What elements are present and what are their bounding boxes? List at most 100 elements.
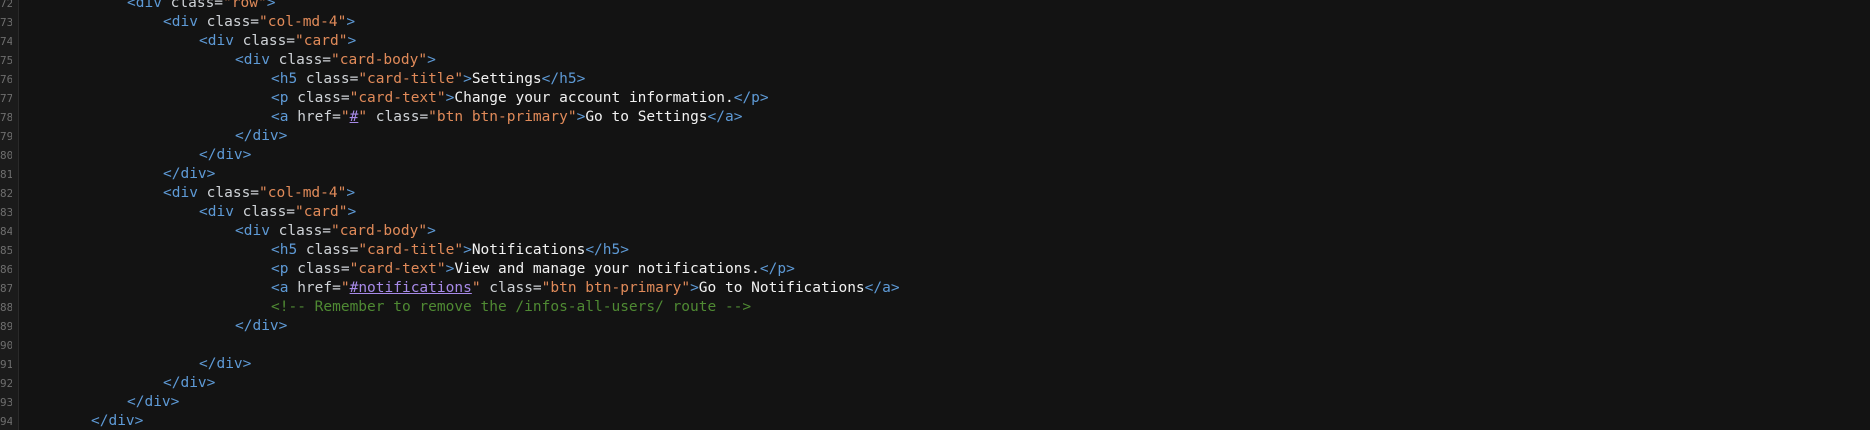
token-tag: <div xyxy=(127,0,171,11)
token-attr: class= xyxy=(170,0,224,11)
token-tag: <div xyxy=(199,204,243,220)
token-tag: <h5 xyxy=(271,242,306,258)
line-number: 74 xyxy=(0,35,12,48)
token-txt: View and manage your notifications. xyxy=(454,261,760,277)
code-line[interactable]: 78 <a href="#" class="btn btn-primary">Go… xyxy=(0,108,1870,127)
code-line[interactable]: 79 </div> xyxy=(0,127,1870,146)
token-txt: Notifications xyxy=(471,242,586,258)
token-cmt: <!-- Remember to remove the /infos-all-u… xyxy=(271,299,752,315)
token-str: "col-md-4" xyxy=(259,185,347,201)
code-line[interactable]: 75 <div class="card-body"> xyxy=(0,51,1870,70)
code-line[interactable]: 86 <p class="card-text">View and manage y… xyxy=(0,260,1870,279)
code-line[interactable]: 87 <a href="#notifications" class="btn bt… xyxy=(0,279,1870,298)
code-line[interactable]: 72 <div class="row"> xyxy=(0,0,1870,13)
line-number: 93 xyxy=(0,396,12,409)
code-text: <div class="card-body"> xyxy=(235,51,436,70)
code-text: </div> xyxy=(127,393,179,412)
code-line[interactable]: 76 <h5 class="card-title">Settings</h5> xyxy=(0,70,1870,89)
code-text: </div> xyxy=(91,412,143,430)
code-line[interactable]: 93 </div> xyxy=(0,393,1870,412)
code-line[interactable]: 90 xyxy=(0,336,1870,355)
code-line[interactable]: 83 <div class="card"> xyxy=(0,203,1870,222)
code-text: <!-- Remember to remove the /infos-all-u… xyxy=(271,298,751,317)
code-text: <a href="#" class="btn btn-primary">Go t… xyxy=(271,108,742,127)
code-editor[interactable]: 72 <div class="row"> 73 <div class="col-md-… xyxy=(0,0,1870,430)
line-number: 92 xyxy=(0,377,12,390)
code-line[interactable]: 81 </div> xyxy=(0,165,1870,184)
code-line[interactable]: 77 <p class="card-text">Change your accou… xyxy=(0,89,1870,108)
token-attr: class= xyxy=(305,242,359,258)
token-attr: class= xyxy=(278,223,332,239)
code-line[interactable]: 74 <div class="card"> xyxy=(0,32,1870,51)
line-number: 89 xyxy=(0,320,12,333)
token-tag: > xyxy=(427,223,436,239)
token-attr: href= xyxy=(297,109,341,125)
token-txt: Settings xyxy=(471,71,542,87)
token-tag: > xyxy=(346,14,356,30)
token-txt: Change your account information. xyxy=(454,90,734,106)
token-str: " xyxy=(340,280,350,296)
token-tag: <a xyxy=(271,109,298,125)
code-line[interactable]: 82 <div class="col-md-4"> xyxy=(0,184,1870,203)
token-tag: </a> xyxy=(707,109,743,125)
token-attr: class= xyxy=(278,52,332,68)
token-txt: Go to Settings xyxy=(585,109,708,125)
token-tag: > xyxy=(347,204,357,220)
token-link[interactable]: #notifications xyxy=(350,280,472,296)
code-line[interactable]: 84 <div class="card-body"> xyxy=(0,222,1870,241)
token-tag: </div> xyxy=(163,166,216,182)
line-number: 81 xyxy=(0,168,12,181)
line-number: 91 xyxy=(0,358,12,371)
code-text: <div class="card"> xyxy=(199,203,356,222)
code-line[interactable]: 89 </div> xyxy=(0,317,1870,336)
token-tag: </p> xyxy=(733,90,769,106)
token-attr: class= xyxy=(242,33,296,49)
line-number: 78 xyxy=(0,111,12,124)
token-str: "card" xyxy=(295,204,348,220)
token-tag: </p> xyxy=(759,261,795,277)
code-line[interactable]: 91 </div> xyxy=(0,355,1870,374)
code-line[interactable]: 80 </div> xyxy=(0,146,1870,165)
line-number: 83 xyxy=(0,206,12,219)
token-tag: <div xyxy=(235,223,279,239)
code-area[interactable]: 72 <div class="row"> 73 <div class="col-md-… xyxy=(0,0,1870,430)
token-tag: <p xyxy=(271,261,298,277)
code-line[interactable]: 73 <div class="col-md-4"> xyxy=(0,13,1870,32)
code-line[interactable]: 92 </div> xyxy=(0,374,1870,393)
token-attr: class= xyxy=(206,185,260,201)
code-text: <h5 class="card-title">Settings</h5> xyxy=(271,70,585,89)
code-text: <a href="#notifications" class="btn btn-… xyxy=(271,279,900,298)
code-line[interactable]: 85 <h5 class="card-title">Notifications</… xyxy=(0,241,1870,260)
token-tag: </div> xyxy=(163,375,216,391)
token-attr: class= xyxy=(242,204,296,220)
token-str: "row" xyxy=(223,0,267,11)
token-tag: <h5 xyxy=(271,71,306,87)
code-line[interactable]: 88 <!-- Remember to remove the /infos-all… xyxy=(0,298,1870,317)
token-tag: <div xyxy=(199,33,243,49)
token-str: "btn btn-primary" xyxy=(541,280,691,296)
token-tag: > xyxy=(690,280,699,296)
token-tag: > xyxy=(463,242,472,258)
code-line[interactable]: 94 </div> xyxy=(0,412,1870,430)
line-number: 79 xyxy=(0,130,12,143)
token-tag: </div> xyxy=(235,128,288,144)
line-number: 82 xyxy=(0,187,12,200)
line-number: 84 xyxy=(0,225,12,238)
line-number: 80 xyxy=(0,149,12,162)
token-attr: class= xyxy=(297,261,350,277)
code-text: </div> xyxy=(163,374,215,393)
line-number: 86 xyxy=(0,263,12,276)
token-tag: </h5> xyxy=(541,71,586,87)
line-number: 88 xyxy=(0,301,12,314)
token-attr: href= xyxy=(297,280,341,296)
line-number: 75 xyxy=(0,54,12,67)
line-number: 94 xyxy=(0,415,12,428)
line-number: 76 xyxy=(0,73,12,86)
token-str: "card-text" xyxy=(349,90,446,106)
token-tag: </h5> xyxy=(585,242,629,258)
code-text: <div class="col-md-4"> xyxy=(163,13,355,32)
token-txt: Go to Notifications xyxy=(698,280,865,296)
line-number: 73 xyxy=(0,16,12,29)
token-tag: </div> xyxy=(91,413,144,429)
code-text: <p class="card-text">Change your account… xyxy=(271,89,769,108)
